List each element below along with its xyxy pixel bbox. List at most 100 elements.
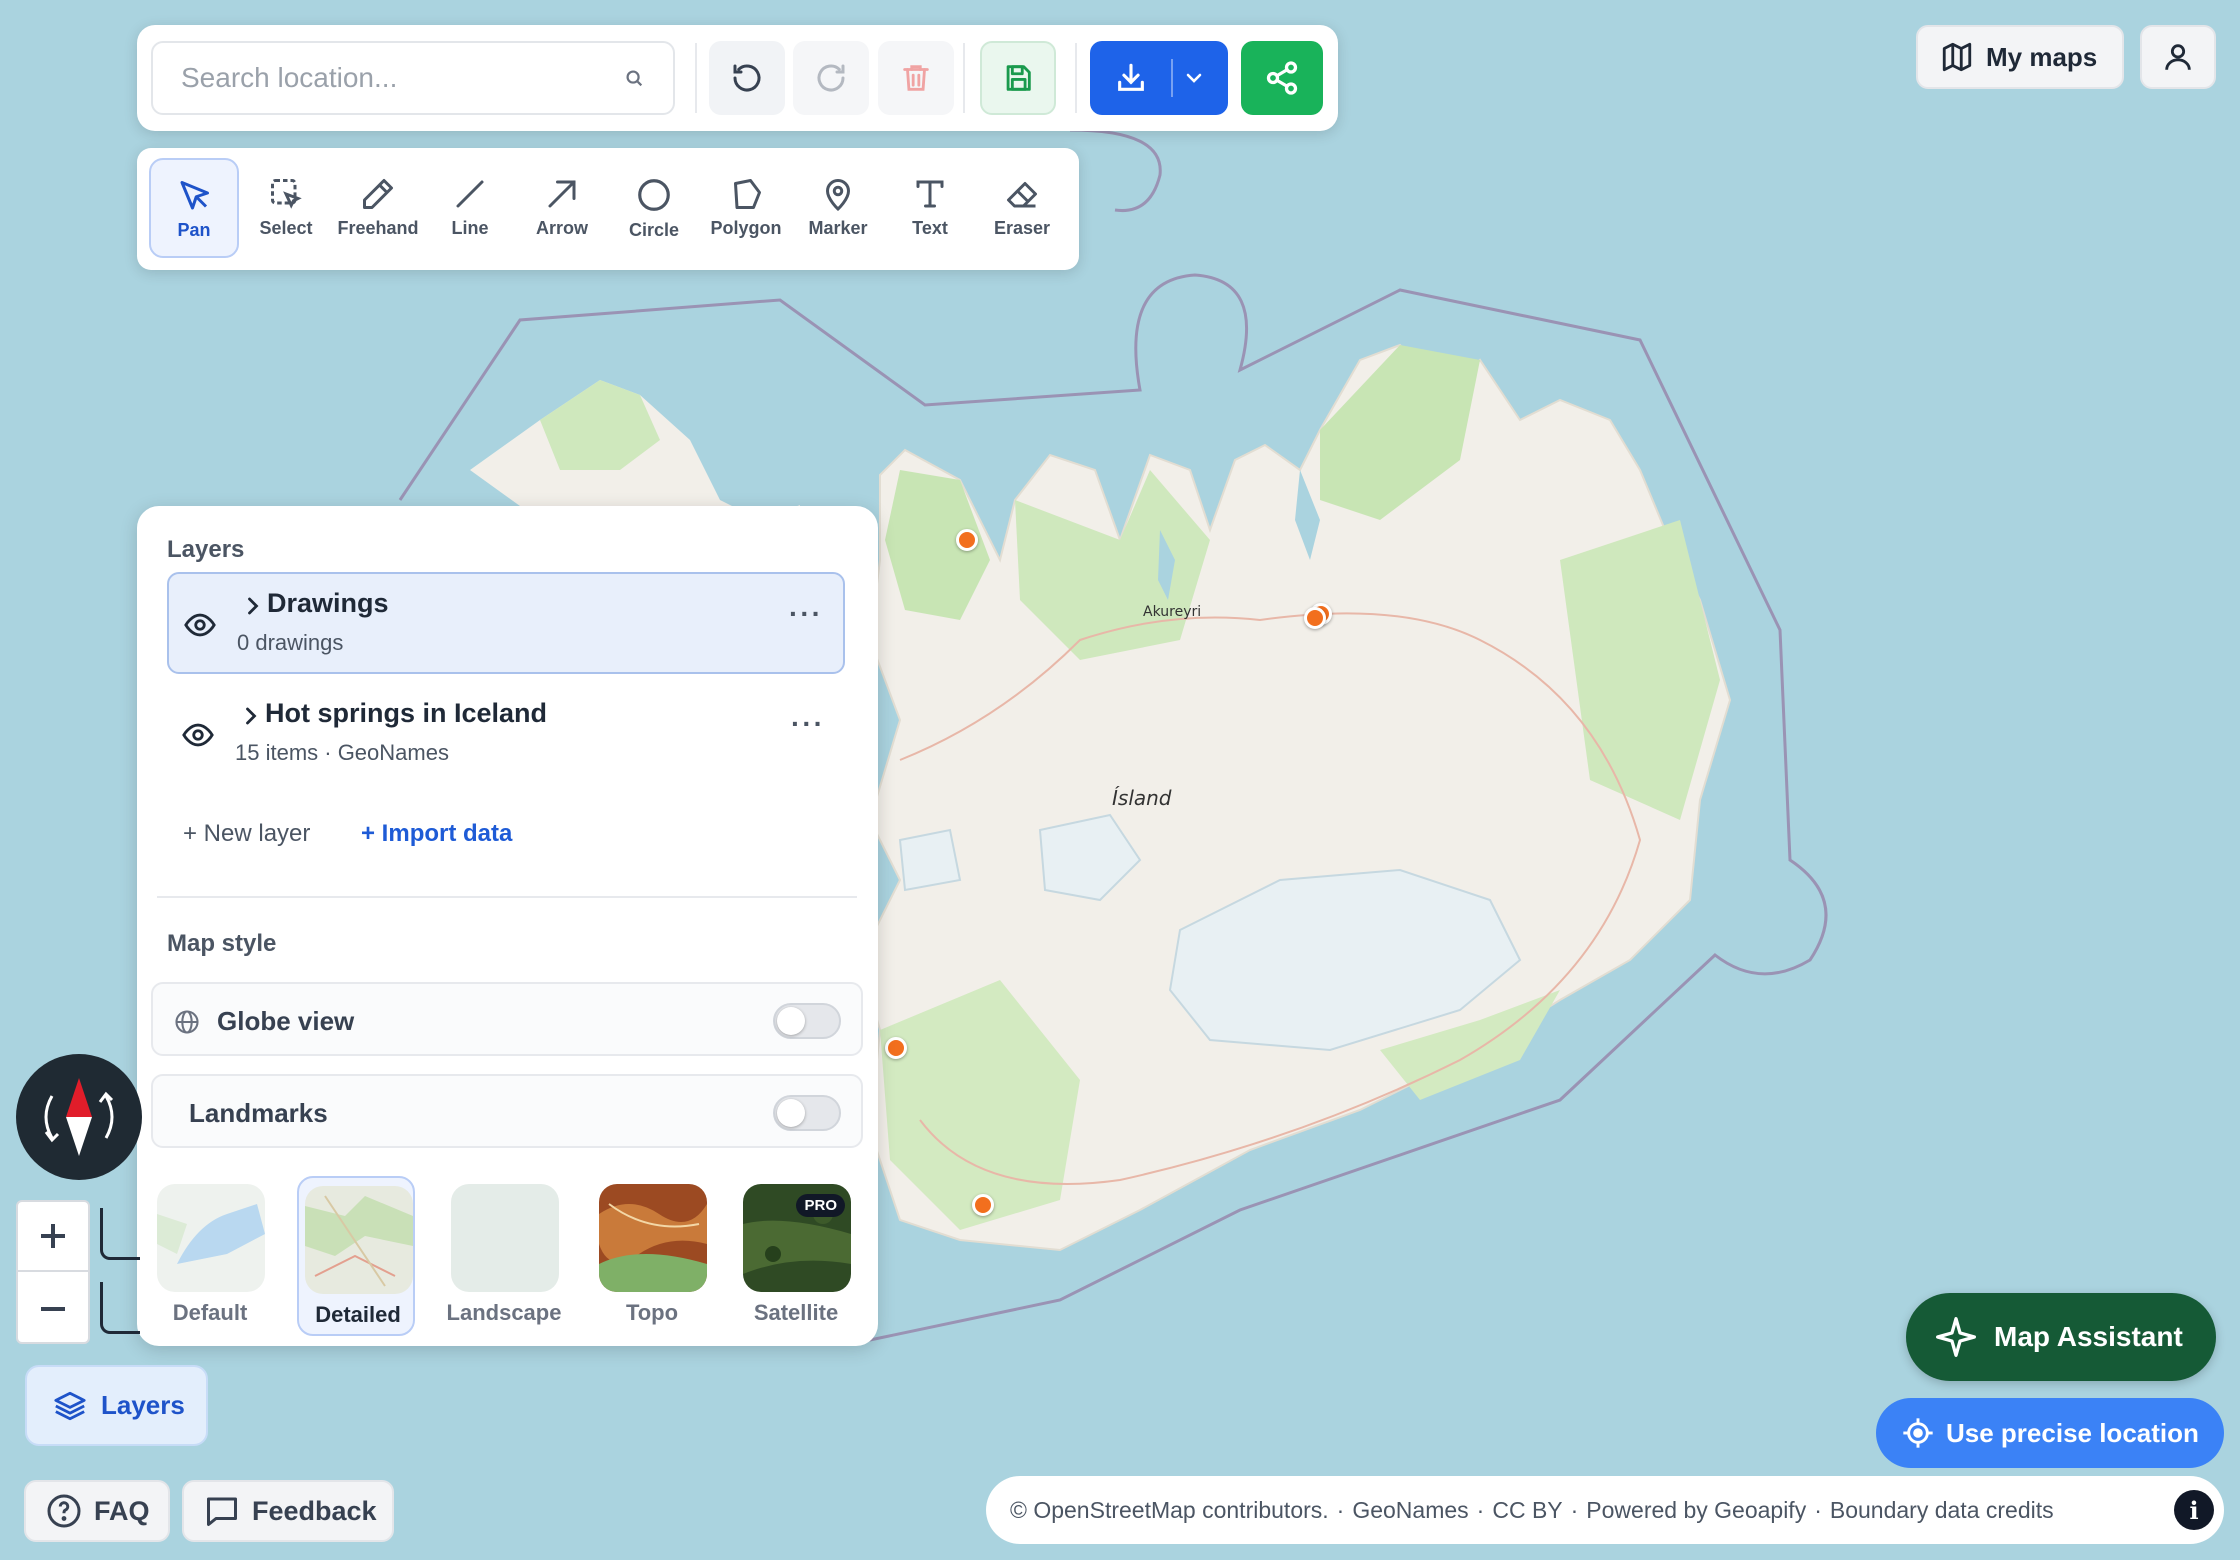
pro-badge: PRO — [796, 1194, 845, 1217]
compass-button[interactable] — [16, 1054, 142, 1180]
layer-subtitle: 15 items · GeoNames — [235, 740, 449, 765]
hot-spring-marker[interactable] — [972, 1194, 994, 1216]
layers-title: Layers — [167, 536, 245, 563]
chevron-down-icon[interactable] — [1182, 66, 1206, 90]
layer-row-hot-springs[interactable]: Hot springs in Iceland 15 items · GeoNam… — [167, 684, 845, 786]
my-maps-label: My maps — [1986, 41, 2098, 72]
geoapify-link[interactable]: Powered by Geoapify — [1586, 1497, 1806, 1524]
license-link[interactable]: CC BY — [1492, 1497, 1562, 1524]
layers-toggle-button[interactable]: Layers — [25, 1365, 208, 1446]
tool-label: Arrow — [535, 218, 588, 238]
main-toolbar — [137, 25, 1338, 131]
redo-button[interactable] — [793, 41, 869, 115]
landmarks-row[interactable]: Landmarks — [151, 1074, 863, 1148]
tool-label: Freehand — [337, 218, 419, 238]
sparkle-icon — [1936, 1317, 1976, 1357]
style-thumbnail — [599, 1184, 707, 1292]
search-box[interactable] — [151, 41, 675, 115]
globe-view-toggle[interactable] — [773, 1003, 841, 1039]
zoom-in-button[interactable] — [18, 1202, 88, 1272]
tool-text[interactable]: Text — [885, 158, 975, 258]
landmarks-toggle[interactable] — [773, 1095, 841, 1131]
profile-button[interactable] — [2140, 25, 2216, 89]
faq-button[interactable]: FAQ — [24, 1480, 170, 1542]
eye-icon[interactable] — [183, 608, 217, 647]
tool-circle[interactable]: Circle — [609, 158, 699, 258]
globe-view-row[interactable]: Globe view — [151, 982, 863, 1056]
layer-name: Drawings — [267, 588, 389, 618]
import-data-button[interactable]: + Import data — [361, 820, 512, 848]
city-label: Akureyri — [1143, 604, 1202, 620]
tool-line[interactable]: Line — [425, 158, 515, 258]
tool-pan[interactable]: Pan — [149, 158, 239, 258]
style-label: Satellite — [753, 1300, 839, 1325]
tool-label: Text — [912, 218, 948, 238]
zoom-out-button[interactable] — [18, 1274, 88, 1344]
pencil-icon — [363, 179, 393, 209]
tool-freehand[interactable]: Freehand — [333, 158, 423, 258]
save-button[interactable] — [980, 41, 1056, 115]
text-icon — [916, 180, 944, 208]
delete-button[interactable] — [878, 41, 954, 115]
tool-select[interactable]: Select — [241, 158, 331, 258]
chevron-right-icon[interactable] — [241, 702, 261, 735]
redo-icon — [817, 64, 845, 92]
style-label: Default — [172, 1300, 248, 1325]
search-icon[interactable] — [623, 67, 645, 94]
info-icon[interactable]: i — [2174, 1490, 2214, 1530]
style-default[interactable]: Default — [151, 1176, 269, 1336]
tool-marker[interactable]: Marker — [793, 158, 883, 258]
faq-label: FAQ — [94, 1495, 150, 1526]
toggle-knob — [777, 1007, 805, 1035]
my-maps-button[interactable]: My maps — [1916, 25, 2124, 89]
precise-location-button[interactable]: Use precise location — [1876, 1398, 2224, 1468]
tool-label: Polygon — [710, 218, 782, 238]
layers-button-label: Layers — [101, 1390, 185, 1420]
tool-label: Select — [259, 218, 313, 238]
download-icon — [1118, 63, 1144, 91]
tool-arrow[interactable]: Arrow — [517, 158, 607, 258]
tool-label: Pan — [177, 220, 211, 240]
geonames-link[interactable]: GeoNames — [1352, 1497, 1468, 1524]
arrow-icon — [548, 180, 576, 208]
share-button[interactable] — [1241, 41, 1323, 115]
layer-name: Hot springs in Iceland — [265, 698, 548, 728]
toggle-label: Landmarks — [189, 1098, 328, 1128]
map-assistant-button[interactable]: Map Assistant — [1906, 1293, 2216, 1381]
more-options-icon[interactable]: ··· — [789, 598, 823, 630]
attribution-bar: © OpenStreetMap contributors. · GeoNames… — [986, 1476, 2224, 1544]
new-layer-button[interactable]: + New layer — [183, 820, 310, 848]
map-pin-icon — [825, 179, 851, 212]
style-satellite[interactable]: PRO Satellite — [737, 1176, 855, 1336]
toggle-label: Globe view — [217, 1006, 355, 1036]
separator: · — [1570, 1496, 1579, 1523]
tool-polygon[interactable]: Polygon — [701, 158, 791, 258]
circle-icon — [638, 179, 670, 211]
locate-icon — [1903, 1418, 1933, 1448]
eye-icon[interactable] — [181, 718, 215, 757]
hot-spring-marker[interactable] — [956, 529, 978, 551]
boundary-credits-link[interactable]: Boundary data credits — [1830, 1497, 2054, 1524]
toolbar-divider — [695, 43, 697, 113]
hot-spring-marker[interactable] — [885, 1037, 907, 1059]
country-label: Ísland — [1112, 786, 1172, 810]
more-options-icon[interactable]: ··· — [791, 708, 825, 740]
chevron-right-icon[interactable] — [243, 592, 263, 625]
polygon-icon — [734, 179, 761, 209]
hot-spring-marker[interactable] — [1304, 607, 1326, 629]
undo-button[interactable] — [709, 41, 785, 115]
export-split — [1171, 59, 1173, 97]
style-thumbnail — [305, 1186, 413, 1294]
tool-label: Marker — [808, 218, 868, 238]
export-button[interactable] — [1090, 41, 1228, 115]
osm-attribution-link[interactable]: © OpenStreetMap contributors. — [1010, 1497, 1329, 1524]
style-landscape[interactable]: Landscape — [445, 1176, 563, 1336]
tool-label: Circle — [628, 220, 680, 240]
plus-icon — [41, 1224, 65, 1248]
search-input[interactable] — [153, 62, 593, 94]
style-topo[interactable]: Topo — [593, 1176, 711, 1336]
tool-eraser[interactable]: Eraser — [977, 158, 1067, 258]
layer-row-drawings[interactable]: Drawings 0 drawings ··· — [167, 572, 845, 674]
feedback-button[interactable]: Feedback — [182, 1480, 394, 1542]
style-detailed[interactable]: Detailed — [297, 1176, 415, 1336]
